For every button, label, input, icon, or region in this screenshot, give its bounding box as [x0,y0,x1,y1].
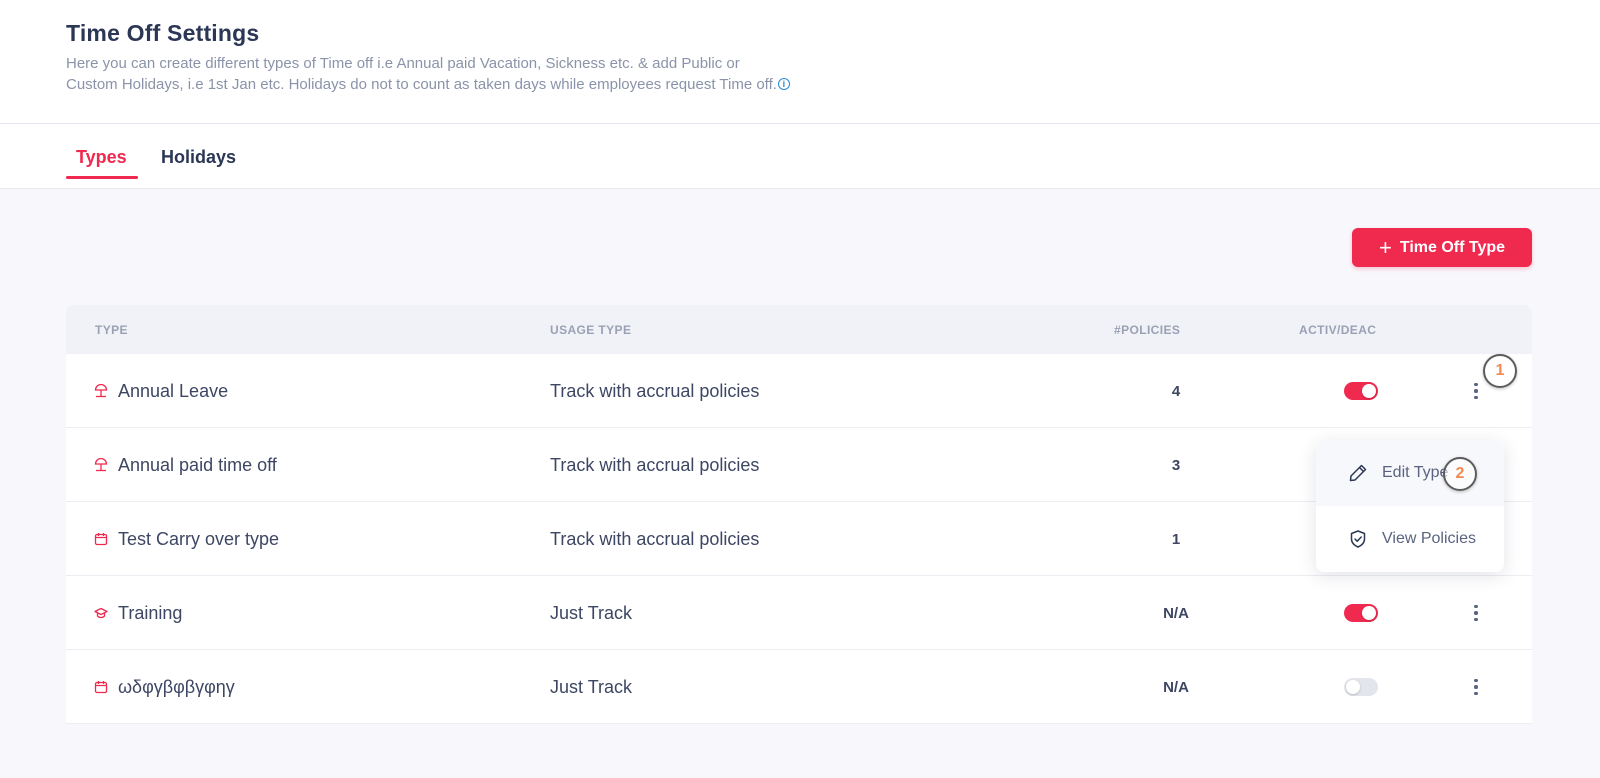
type-cell: Training [94,576,182,650]
calendar-icon [94,533,108,546]
description-line-1: Here you can create different types of T… [66,55,740,72]
column-header-usage-type: USAGE TYPE [550,323,632,337]
type-name: ωδφγβφβγφηγ [118,676,235,697]
more-options-icon[interactable] [1466,602,1486,624]
table-row: Test Carry over type Track with accrual … [66,502,1532,576]
menu-cell [1461,650,1491,724]
table-row: Training Just Track N/A [66,576,1532,650]
description-line-2: Custom Holidays, i.e 1st Jan etc. Holida… [66,76,777,93]
more-options-icon[interactable] [1466,380,1486,402]
page-title: Time Off Settings [66,20,260,46]
usage-type-cell: Track with accrual policies [550,528,760,549]
more-options-icon[interactable] [1466,676,1486,698]
usage-type-cell: Just Track [550,676,633,697]
table-header: TYPE USAGE TYPE #POLICIES ACTIV/DEAC [66,305,1532,354]
edit-type-label: Edit Type [1382,464,1449,481]
table-row: ωδφγβφβγφηγ Just Track N/A [66,650,1532,724]
tab-types[interactable]: Types [76,147,127,168]
column-header-activ-deac: ACTIV/DEAC [1299,323,1377,337]
graduation-cap-icon [94,607,108,619]
step-marker-1: 1 [1483,354,1517,388]
view-policies-menu-item[interactable]: View Policies [1316,506,1504,572]
toggle-cell [1321,576,1401,650]
active-toggle[interactable] [1344,604,1378,622]
view-policies-label: View Policies [1382,530,1476,547]
type-cell: ωδφγβφβγφηγ [94,650,235,724]
beach-umbrella-icon [94,458,108,472]
calendar-icon [94,681,108,694]
policies-count: 3 [1171,456,1181,474]
active-tab-indicator [66,176,138,179]
table-row: Annual paid time off Track with accrual … [66,428,1532,502]
usage-type-cell: Track with accrual policies [550,380,760,401]
active-toggle[interactable] [1344,678,1378,696]
policies-count: N/A [1163,604,1189,622]
page-description: Here you can create different types of T… [66,53,826,95]
active-toggle[interactable] [1344,382,1378,400]
page-header: Time Off Settings Here you can create di… [0,0,1600,124]
type-name: Annual Leave [118,380,229,401]
step-marker-2: 2 [1443,457,1477,491]
row-actions-dropdown: Edit Type View Policies [1316,440,1504,572]
beach-umbrella-icon [94,384,108,398]
add-time-off-type-label: Time Off Type [1399,238,1506,256]
type-name: Training [118,602,183,623]
menu-cell [1461,576,1491,650]
tab-bar: Types Holidays [0,124,1600,189]
shield-check-icon [1350,530,1366,548]
info-circle-icon[interactable]: i [777,78,790,90]
policies-count: N/A [1163,678,1189,696]
column-header-policies: #POLICIES [1114,323,1181,337]
tab-holidays[interactable]: Holidays [161,147,236,168]
time-off-types-table: TYPE USAGE TYPE #POLICIES ACTIV/DEAC Ann… [66,305,1532,724]
type-name: Test Carry over type [118,528,280,549]
add-time-off-type-button[interactable]: + Time Off Type [1352,228,1532,267]
toggle-cell [1321,354,1401,428]
toggle-cell [1321,650,1401,724]
usage-type-cell: Track with accrual policies [550,454,760,475]
column-header-type: TYPE [95,323,128,337]
type-name: Annual paid time off [118,454,277,475]
pencil-icon [1349,464,1367,482]
policies-count: 1 [1171,530,1181,548]
plus-icon: + [1378,234,1392,260]
type-cell: Annual Leave [94,354,228,428]
table-row: Annual Leave Track with accrual policies… [66,354,1532,428]
policies-count: 4 [1171,382,1181,400]
type-cell: Test Carry over type [94,502,279,576]
type-cell: Annual paid time off [94,428,277,502]
usage-type-cell: Just Track [550,602,633,623]
